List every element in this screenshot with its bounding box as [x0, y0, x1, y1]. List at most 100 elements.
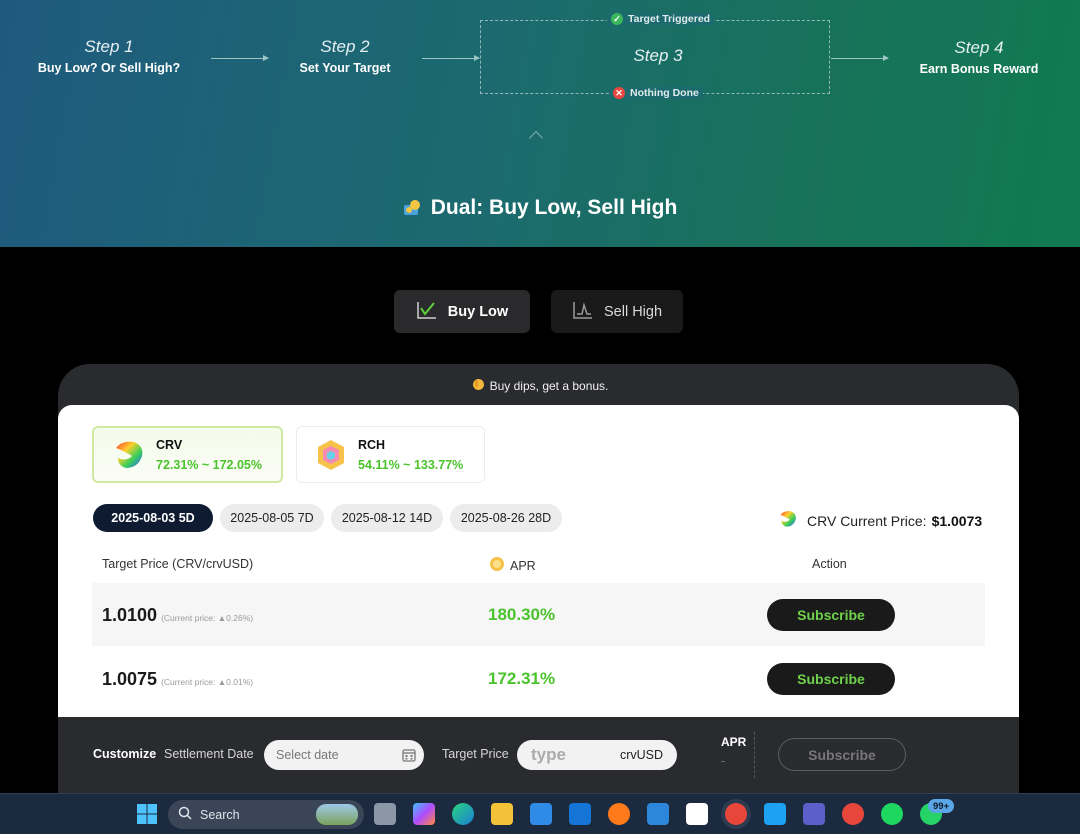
table-row: 1.0100 (Current price: ▲0.26%) 180.30% Su…	[92, 583, 985, 646]
subscribe-button[interactable]: Subscribe	[767, 663, 895, 695]
target-price-value: 1.0075	[102, 669, 158, 689]
current-price: CRV Current Price: $1.0073	[778, 509, 982, 532]
price-change-note: (Current price: ▲0.26%)	[161, 613, 254, 623]
rch-logo-icon	[314, 438, 348, 472]
target-price-label: Target Price	[442, 747, 509, 761]
hero-banner: Step 1 Buy Low? Or Sell High? Step 2 Set…	[0, 0, 1080, 247]
app-icon[interactable]	[686, 803, 708, 825]
file-explorer-icon[interactable]	[491, 803, 513, 825]
customize-bar: Customize Settlement Date Select date Ta…	[58, 717, 1019, 795]
step-arrow	[831, 55, 889, 61]
windows-taskbar: Search 99+	[0, 793, 1080, 834]
search-icon	[178, 806, 192, 823]
price-change-note: (Current price: ▲0.01%)	[161, 677, 254, 687]
coin-symbol: RCH	[358, 437, 386, 452]
subscribe-button[interactable]: Subscribe	[767, 599, 895, 631]
copilot-icon[interactable]	[413, 803, 435, 825]
date-placeholder: Select date	[276, 748, 339, 762]
step-4-label: Earn Bonus Reward	[919, 62, 1039, 76]
check-icon: ✓	[611, 13, 623, 25]
nothing-done-label: Nothing Done	[630, 87, 699, 99]
column-header-target: Target Price (CRV/crvUSD)	[102, 557, 254, 571]
coin-icon	[489, 556, 505, 575]
collapse-chevron-icon[interactable]	[528, 130, 544, 146]
page-title: Dual: Buy Low, Sell High	[0, 196, 1080, 220]
chrome-icon[interactable]	[842, 803, 864, 825]
step-2: Step 2 Set Your Target	[285, 37, 405, 75]
step-arrow	[211, 55, 269, 61]
coin-apr-range: 54.11% ~ 133.77%	[358, 457, 464, 472]
target-price: 1.0100 (Current price: ▲0.26%)	[102, 605, 253, 626]
windows-start-icon[interactable]	[136, 803, 158, 825]
step-2-label: Set Your Target	[299, 61, 391, 75]
nothing-done-tag: ✕ Nothing Done	[609, 87, 703, 99]
sell-high-label: Sell High	[603, 303, 663, 320]
price-placeholder: type	[531, 745, 566, 764]
chart-down-icon	[416, 300, 438, 324]
taskbar-search[interactable]: Search	[168, 800, 364, 829]
date-option[interactable]: 2025-08-05 7D	[220, 504, 324, 532]
microsoft-store-icon[interactable]	[530, 803, 552, 825]
coin-apr-range: 72.31% ~ 172.05%	[156, 457, 262, 472]
crv-logo-icon	[112, 438, 146, 472]
buy-low-label: Buy Low	[447, 303, 509, 320]
date-option[interactable]: 2025-08-26 28D	[450, 504, 562, 532]
apr-label: APR	[721, 735, 747, 749]
panel-note: Buy dips, get a bonus.	[0, 378, 1080, 394]
firefox-icon[interactable]	[608, 803, 630, 825]
outlook-icon[interactable]	[569, 803, 591, 825]
apr-value: 172.31%	[488, 669, 556, 688]
search-placeholder: Search	[200, 807, 240, 822]
crv-logo-icon	[778, 509, 798, 532]
step-2-number: Step 2	[320, 37, 370, 56]
current-price-label: CRV Current Price:	[807, 512, 927, 529]
coin-option-rch[interactable]: RCH 54.11% ~ 133.77%	[296, 426, 485, 483]
step-4-number: Step 4	[954, 38, 1004, 57]
apr-value: -	[721, 754, 726, 768]
notification-badge: 99+	[928, 799, 955, 813]
photos-icon[interactable]	[647, 803, 669, 825]
target-price-input[interactable]: type crvUSD	[517, 740, 677, 770]
step-3: Step 3	[598, 46, 718, 66]
subscribe-button-disabled[interactable]: Subscribe	[778, 738, 906, 771]
date-option[interactable]: 2025-08-03 5D	[93, 504, 213, 532]
hand-icon	[472, 378, 485, 394]
settlement-date-label: Settlement Date	[164, 747, 254, 761]
target-price-value: 1.0100	[102, 605, 158, 625]
coins-icon	[403, 199, 423, 217]
twitter-icon[interactable]	[764, 803, 786, 825]
coin-option-crv[interactable]: CRV 72.31% ~ 172.05%	[92, 426, 283, 483]
target-price: 1.0075 (Current price: ▲0.01%)	[102, 669, 253, 690]
column-header-apr: APR	[489, 556, 536, 575]
panel-note-text: Buy dips, get a bonus.	[489, 379, 609, 393]
table-row: 1.0075 (Current price: ▲0.01%) 172.31% Su…	[92, 647, 985, 710]
price-unit: crvUSD	[619, 748, 663, 762]
calendar-icon[interactable]	[402, 748, 416, 765]
chrome-profile-icon[interactable]	[725, 803, 747, 825]
edge-browser-icon[interactable]	[452, 803, 474, 825]
customize-title: Customize	[93, 747, 157, 761]
step-1-label: Buy Low? Or Sell High?	[37, 61, 181, 75]
step-4: Step 4 Earn Bonus Reward	[910, 38, 1048, 76]
step-3-number: Step 3	[633, 46, 683, 65]
target-triggered-tag: ✓ Target Triggered	[607, 13, 715, 25]
target-triggered-label: Target Triggered	[628, 13, 711, 25]
settlement-date-input[interactable]: Select date	[264, 740, 424, 770]
teams-icon[interactable]	[803, 803, 825, 825]
step-1-number: Step 1	[84, 37, 134, 56]
column-header-action: Action	[812, 557, 847, 571]
search-highlight-icon	[316, 804, 358, 825]
buy-low-tab[interactable]: Buy Low	[394, 290, 530, 333]
coin-symbol: CRV	[156, 437, 183, 452]
task-view-icon[interactable]	[374, 803, 396, 825]
current-price-value: $1.0073	[931, 512, 983, 529]
cross-icon: ✕	[613, 87, 625, 99]
spotify-icon[interactable]	[881, 803, 903, 825]
apr-header-label: APR	[510, 558, 536, 573]
date-option[interactable]: 2025-08-12 14D	[331, 504, 443, 532]
sell-high-tab[interactable]: Sell High	[551, 290, 683, 333]
page-title-text: Dual: Buy Low, Sell High	[430, 196, 678, 219]
chart-up-icon	[572, 300, 594, 324]
apr-value: 180.30%	[488, 605, 556, 624]
divider	[754, 732, 755, 778]
